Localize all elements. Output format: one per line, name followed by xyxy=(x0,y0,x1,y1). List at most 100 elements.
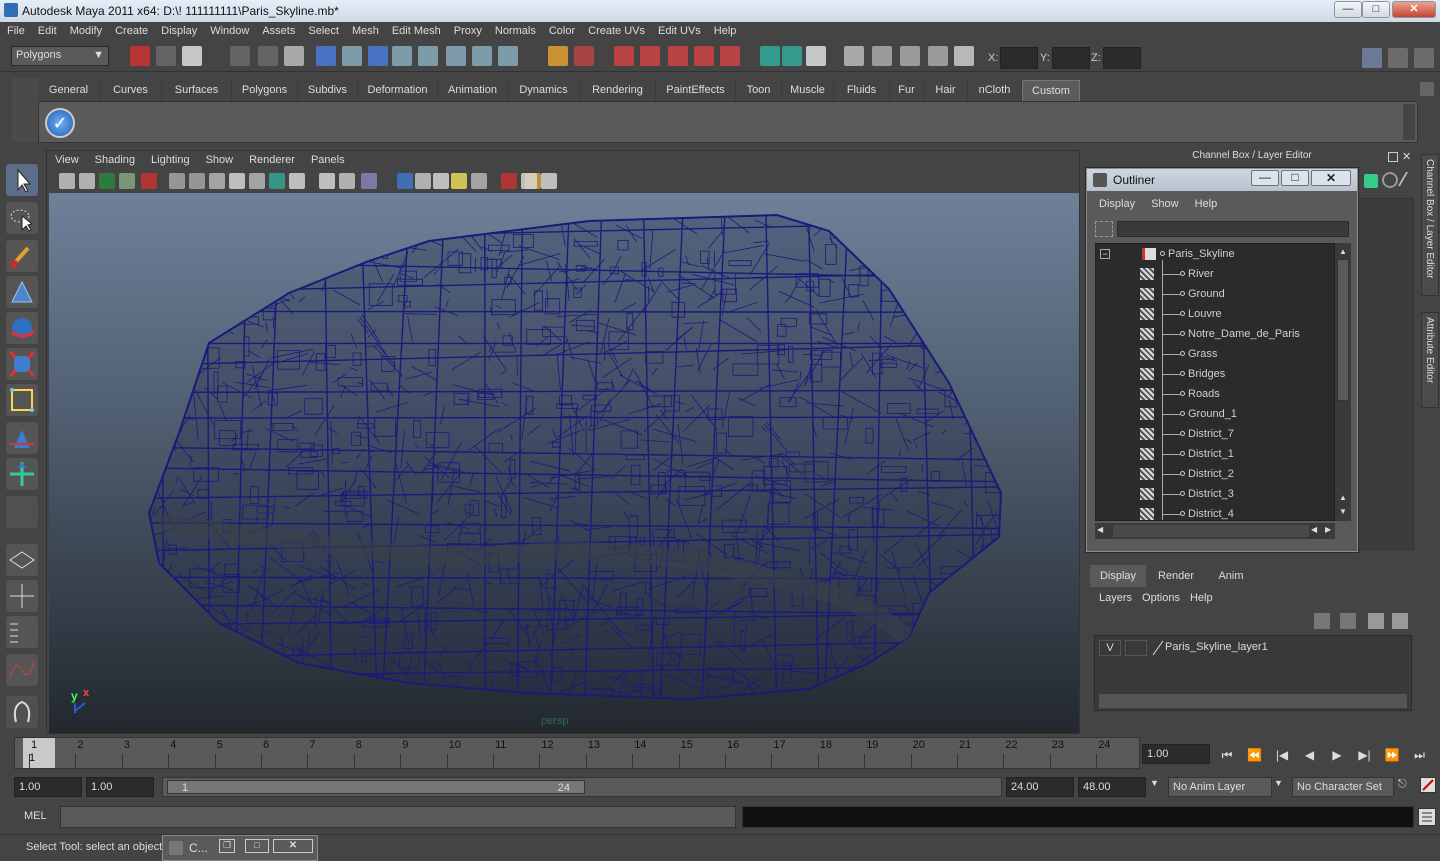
select-by-component-icon[interactable] xyxy=(284,46,304,66)
command-language-label[interactable]: MEL xyxy=(24,810,47,822)
outliner-maximize-button[interactable]: □ xyxy=(1281,170,1309,186)
outliner-filter-field[interactable] xyxy=(1117,221,1349,237)
outliner-item[interactable]: Grass xyxy=(1096,344,1334,364)
layer-menu-help[interactable]: Help xyxy=(1185,589,1218,607)
outliner-item[interactable]: Bridges xyxy=(1096,364,1334,384)
channel-edit-icon[interactable] xyxy=(1397,172,1421,186)
step-back-key-button[interactable]: ⏪ xyxy=(1244,746,1266,764)
render-view-icon[interactable] xyxy=(954,46,974,66)
manipulator-tool-icon[interactable] xyxy=(6,384,38,416)
channel-box-toggle-icon[interactable] xyxy=(1362,48,1382,68)
shelf-scroll[interactable] xyxy=(1403,104,1415,140)
shadows-icon[interactable] xyxy=(319,173,335,189)
output-ops-icon[interactable] xyxy=(782,46,802,66)
panel-close-icon[interactable]: ✕ xyxy=(1402,150,1411,163)
layer-row[interactable]: V Paris_Skyline_layer1 xyxy=(1099,640,1407,656)
select-dynamic-mask-icon[interactable] xyxy=(446,46,466,66)
outliner-menu-show[interactable]: Show xyxy=(1143,195,1187,213)
hud-icon[interactable] xyxy=(415,173,431,189)
lock-selection-icon[interactable] xyxy=(548,46,568,66)
minimized-window[interactable]: C... ❐ □ ✕ xyxy=(162,835,318,861)
snap-curve-icon[interactable] xyxy=(640,46,660,66)
graph-editor-layout-icon[interactable] xyxy=(6,654,38,686)
trash-icon[interactable] xyxy=(1420,82,1434,96)
anim-layer-select[interactable]: No Anim Layer xyxy=(1168,777,1272,797)
menu-color[interactable]: Color xyxy=(542,22,581,37)
outliner-minimize-button[interactable]: — xyxy=(1251,170,1279,186)
snap-grid-icon[interactable] xyxy=(614,46,634,66)
select-by-object-icon[interactable] xyxy=(258,46,278,66)
outliner-item[interactable]: Roads xyxy=(1096,384,1334,404)
last-tool-icon[interactable] xyxy=(6,496,38,528)
hypershade-icon[interactable] xyxy=(928,46,948,66)
layer-hscroll[interactable] xyxy=(1099,694,1407,708)
shelf-tab-curves[interactable]: Curves xyxy=(100,80,162,101)
save-scene-icon[interactable] xyxy=(182,46,202,66)
perspective-viewport[interactable]: y x persp xyxy=(49,193,1079,733)
smooth-shade-icon[interactable] xyxy=(229,173,245,189)
shelf-tab-custom[interactable]: Custom xyxy=(1022,80,1080,101)
viewport-menu-show[interactable]: Show xyxy=(198,151,242,166)
lasso-tool-icon[interactable] xyxy=(6,202,38,234)
select-handle-mask-icon[interactable] xyxy=(316,46,336,66)
shelf-tab-toon[interactable]: Toon xyxy=(736,80,782,101)
play-forward-button[interactable]: ▶ xyxy=(1326,746,1348,764)
scroll-left-icon[interactable]: ◀ xyxy=(1097,525,1103,534)
shelf-tab-subdivs[interactable]: Subdivs xyxy=(298,80,358,101)
channel-time-icon[interactable] xyxy=(1382,172,1398,188)
two-sided-lighting-icon[interactable] xyxy=(433,173,449,189)
chevron-down-icon[interactable]: ▼ xyxy=(1274,778,1283,788)
viewport-menu-renderer[interactable]: Renderer xyxy=(241,151,303,166)
highlight-selection-icon[interactable] xyxy=(574,46,594,66)
viewport-menu-shading[interactable]: Shading xyxy=(87,151,143,166)
scale-tool-icon[interactable] xyxy=(6,348,38,380)
menu-proxy[interactable]: Proxy xyxy=(447,22,488,37)
scroll-down-icon-a[interactable]: ▲ xyxy=(1337,493,1349,503)
paint-select-tool-icon[interactable] xyxy=(6,240,38,272)
render-current-frame-icon[interactable] xyxy=(844,46,864,66)
menu-display[interactable]: Display xyxy=(154,22,203,37)
shelf-tab-surfaces[interactable]: Surfaces xyxy=(162,80,232,101)
viewport-menu-lighting[interactable]: Lighting xyxy=(143,151,198,166)
shelf-tab-muscle[interactable]: Muscle xyxy=(782,80,834,101)
move-tool-icon[interactable] xyxy=(6,276,38,308)
outliner-close-button[interactable]: ✕ xyxy=(1311,170,1351,186)
command-input[interactable] xyxy=(60,806,736,828)
make-live-icon[interactable] xyxy=(720,46,740,66)
layer-color-swatch[interactable] xyxy=(1151,640,1165,656)
checkmark-shelf-icon[interactable]: ✓ xyxy=(45,108,75,138)
step-back-frame-button[interactable]: |◀ xyxy=(1271,746,1293,764)
range-slider-handle[interactable]: 1 24 xyxy=(167,780,585,794)
image-plane-icon[interactable] xyxy=(119,173,135,189)
outliner-root-item[interactable]: − Paris_Skyline xyxy=(1096,244,1334,264)
shelf-tab-general[interactable]: General xyxy=(38,80,100,101)
outliner-item[interactable]: District_2 xyxy=(1096,464,1334,484)
wireframe-icon[interactable] xyxy=(209,173,225,189)
step-forward-key-button[interactable]: ⏩ xyxy=(1381,746,1403,764)
playback-start-field[interactable]: 1.00 xyxy=(86,777,154,797)
move-up-layer-icon[interactable] xyxy=(1368,613,1384,629)
viewport-menu-panels[interactable]: Panels xyxy=(303,151,353,166)
collapse-icon[interactable]: − xyxy=(1100,249,1110,259)
use-all-lights-icon[interactable] xyxy=(289,173,305,189)
menu-window[interactable]: Window xyxy=(203,22,255,37)
outliner-item[interactable]: District_1 xyxy=(1096,444,1334,464)
layout-menu-icon[interactable] xyxy=(6,696,38,728)
layer-tab-display[interactable]: Display xyxy=(1090,565,1146,587)
shelf-tab-fluids[interactable]: Fluids xyxy=(834,80,890,101)
outliner-item[interactable]: District_7 xyxy=(1096,424,1334,444)
menu-help[interactable]: Help xyxy=(707,22,743,37)
script-editor-icon[interactable] xyxy=(1418,808,1436,826)
camera-attributes-icon[interactable] xyxy=(79,173,95,189)
scroll-right-icon[interactable]: ▶ xyxy=(1325,525,1331,534)
minimize-button[interactable]: — xyxy=(1334,1,1362,18)
wireframe-on-shaded-icon[interactable] xyxy=(249,173,265,189)
menu-select[interactable]: Select xyxy=(301,22,345,37)
scroll-down-icon[interactable]: ▼ xyxy=(1337,507,1349,517)
outliner-item[interactable]: District_3 xyxy=(1096,484,1334,504)
float-panel-icon[interactable] xyxy=(1388,152,1398,162)
select-joint-mask-icon[interactable] xyxy=(342,46,362,66)
tab-channel-box[interactable]: Channel Box / Layer Editor xyxy=(1421,154,1439,296)
new-layer-icon[interactable] xyxy=(1314,613,1330,629)
move-down-layer-icon[interactable] xyxy=(1392,613,1408,629)
